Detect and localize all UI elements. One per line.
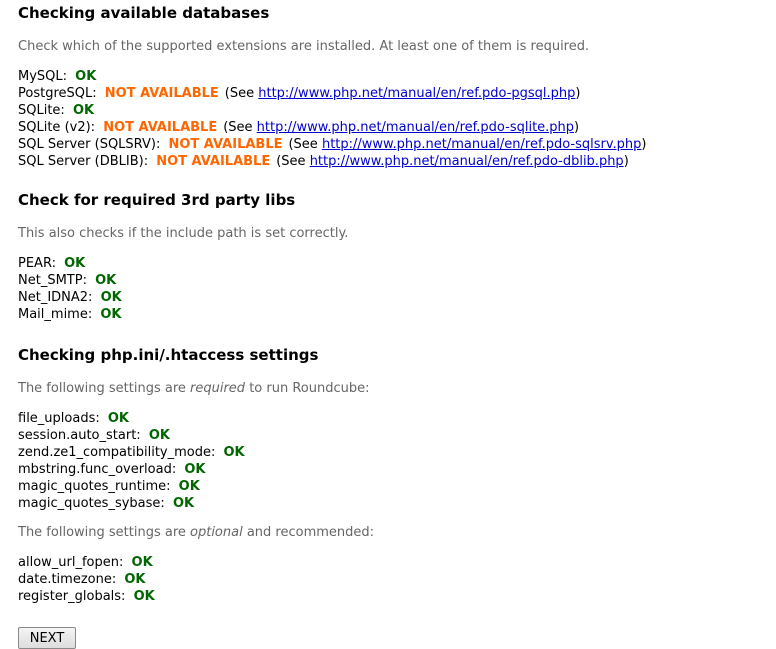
status-ok: OK — [131, 555, 153, 570]
check-label: magic_quotes_sybase: — [18, 496, 165, 511]
status-ok: OK — [100, 307, 122, 322]
check-row: date.timezone: OK — [18, 571, 758, 588]
check-row: PEAR: OK — [18, 255, 758, 272]
manual-link[interactable]: http://www.php.net/manual/en/ref.pdo-sql… — [322, 137, 641, 152]
check-label: session.auto_start: — [18, 428, 141, 443]
check-label: allow_url_fopen: — [18, 555, 124, 570]
status-not-available: NOT AVAILABLE — [103, 120, 218, 135]
see-reference: (See http://www.php.net/manual/en/ref.pd… — [288, 137, 646, 152]
installer-content: Checking available databases Check which… — [18, 0, 758, 649]
check-row: session.auto_start: OK — [18, 427, 758, 444]
status-ok: OK — [148, 428, 170, 443]
status-ok: OK — [133, 589, 155, 604]
check-label: PostgreSQL: — [18, 86, 97, 101]
check-label: SQLite (v2): — [18, 120, 96, 135]
optional-settings-hint: The following settings are optional and … — [18, 524, 758, 541]
required-settings-list: file_uploads: OK session.auto_start: OK ze… — [18, 410, 758, 512]
check-row: allow_url_fopen: OK — [18, 554, 758, 571]
required-hint-emphasis: required — [190, 381, 246, 396]
check-row: Net_SMTP: OK — [18, 272, 758, 289]
optional-settings-list: allow_url_fopen: OK date.timezone: OK regi… — [18, 554, 758, 605]
check-label: SQL Server (DBLIB): — [18, 154, 149, 169]
see-suffix: ) — [623, 154, 629, 169]
check-label: PEAR: — [18, 256, 56, 271]
see-suffix: ) — [641, 137, 647, 152]
check-label: magic_quotes_runtime: — [18, 479, 171, 494]
check-row: magic_quotes_runtime: OK — [18, 478, 758, 495]
see-prefix: (See — [288, 137, 318, 152]
status-not-available: NOT AVAILABLE — [156, 154, 271, 169]
check-label: SQLite: — [18, 103, 65, 118]
libs-hint: This also checks if the include path is … — [18, 226, 349, 241]
status-ok: OK — [178, 479, 200, 494]
check-row: PostgreSQL: NOT AVAILABLE (See http://www… — [18, 85, 758, 102]
check-row: MySQL: OK — [18, 68, 758, 85]
check-label: MySQL: — [18, 69, 68, 84]
optional-hint-suffix: and recommended: — [242, 525, 375, 540]
see-prefix: (See — [224, 86, 255, 101]
check-row: register_globals: OK — [18, 588, 758, 605]
see-reference: (See http://www.php.net/manual/en/ref.pd… — [276, 154, 629, 169]
see-suffix: ) — [575, 86, 581, 101]
check-row: SQLite (v2): NOT AVAILABLE (See http://ww… — [18, 119, 758, 136]
required-hint-text: The following settings are — [18, 381, 191, 396]
manual-link[interactable]: http://www.php.net/manual/en/ref.pdo-dbl… — [310, 154, 624, 169]
check-row: Mail_mime: OK — [18, 306, 758, 323]
status-ok: OK — [223, 445, 245, 460]
status-ok: OK — [64, 256, 86, 271]
status-ok: OK — [75, 69, 97, 84]
check-row: magic_quotes_sybase: OK — [18, 495, 758, 512]
next-button[interactable]: NEXT — [18, 627, 76, 649]
libs-heading: Check for required 3rd party libs — [18, 191, 296, 209]
check-row: SQL Server (SQLSRV): NOT AVAILABLE (See h… — [18, 136, 758, 153]
see-reference: (See http://www.php.net/manual/en/ref.pd… — [223, 120, 579, 135]
check-label: date.timezone: — [18, 572, 117, 587]
check-row: zend.ze1_compatibility_mode: OK — [18, 444, 758, 461]
see-reference: (See http://www.php.net/manual/en/ref.pd… — [225, 86, 581, 101]
required-hint-suffix: to run Roundcube: — [245, 381, 370, 396]
status-ok: OK — [172, 496, 195, 511]
manual-link[interactable]: http://www.php.net/manual/en/ref.pdo-sql… — [257, 120, 574, 135]
check-row: file_uploads: OK — [18, 410, 758, 427]
status-ok: OK — [95, 273, 117, 288]
check-label: zend.ze1_compatibility_mode: — [18, 445, 216, 460]
settings-heading: Checking php.ini/.htaccess settings — [18, 346, 319, 364]
status-ok: OK — [184, 462, 206, 477]
check-row: Net_IDNA2: OK — [18, 289, 758, 306]
check-label: Net_SMTP: — [18, 273, 87, 288]
optional-hint-emphasis: optional — [190, 525, 243, 540]
status-ok: OK — [107, 411, 129, 426]
check-row: mbstring.func_overload: OK — [18, 461, 758, 478]
check-row: SQL Server (DBLIB): NOT AVAILABLE (See ht… — [18, 153, 758, 170]
check-label: Net_IDNA2: — [18, 290, 93, 305]
optional-hint-text: The following settings are — [18, 525, 191, 540]
databases-list: MySQL: OK PostgreSQL: NOT AVAILABLE (See h… — [18, 68, 758, 170]
status-ok: OK — [124, 572, 146, 587]
check-label: Mail_mime: — [18, 307, 93, 322]
databases-heading: Checking available databases — [18, 4, 270, 22]
status-not-available: NOT AVAILABLE — [104, 86, 219, 101]
libs-list: PEAR: OK Net_SMTP: OK Net_IDNA2: OK Mail_mi… — [18, 255, 758, 323]
status-not-available: NOT AVAILABLE — [168, 137, 283, 152]
check-label: SQL Server (SQLSRV): — [18, 137, 161, 152]
check-label: file_uploads: — [18, 411, 100, 426]
check-row: SQLite: OK — [18, 102, 758, 119]
see-prefix: (See — [276, 154, 306, 169]
check-label: register_globals: — [18, 589, 126, 604]
see-prefix: (See — [223, 120, 253, 135]
manual-link[interactable]: http://www.php.net/manual/en/ref.pdo-pgs… — [258, 86, 575, 101]
status-ok: OK — [100, 290, 122, 305]
check-label: mbstring.func_overload: — [18, 462, 177, 477]
see-suffix: ) — [574, 120, 580, 135]
required-settings-hint: The following settings are required to r… — [18, 380, 758, 397]
databases-hint: Check which of the supported extensions … — [18, 39, 590, 54]
status-ok: OK — [72, 103, 95, 118]
